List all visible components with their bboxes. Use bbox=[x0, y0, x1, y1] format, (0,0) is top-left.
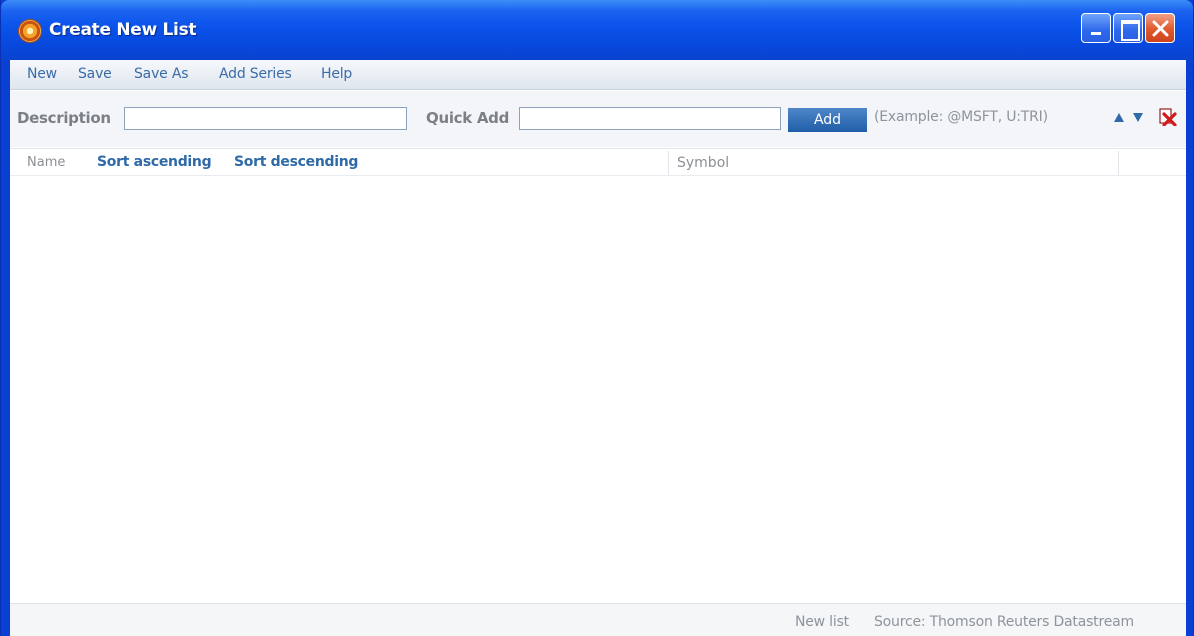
description-input[interactable] bbox=[124, 107, 407, 130]
grid-header: Name Sort ascending Sort descending Symb… bbox=[10, 148, 1186, 176]
menu-save-as[interactable]: Save As bbox=[134, 66, 188, 82]
menu-help[interactable]: Help bbox=[321, 66, 352, 82]
client-area: New Save Save As Add Series Help Descrip… bbox=[10, 60, 1186, 636]
minimize-button[interactable] bbox=[1081, 13, 1111, 43]
sort-descending-link[interactable]: Sort descending bbox=[234, 154, 358, 170]
close-button[interactable] bbox=[1145, 13, 1175, 43]
quick-add-example: (Example: @MSFT, U:TRI) bbox=[874, 109, 1048, 125]
title-bar[interactable]: Create New List bbox=[1, 0, 1193, 60]
menu-bar: New Save Save As Add Series Help bbox=[10, 60, 1186, 90]
symbol-column-header[interactable]: Symbol bbox=[677, 155, 729, 171]
quick-add-label: Quick Add bbox=[426, 109, 510, 127]
name-column-header[interactable]: Name bbox=[27, 155, 65, 170]
description-label: Description bbox=[17, 109, 111, 127]
arrow-down-icon[interactable] bbox=[1133, 113, 1143, 122]
quick-add-input[interactable] bbox=[519, 107, 781, 130]
window-title: Create New List bbox=[49, 20, 197, 40]
maximize-button[interactable] bbox=[1113, 13, 1143, 43]
data-source-text: Source: Thomson Reuters Datastream bbox=[874, 614, 1134, 630]
arrow-up-icon[interactable] bbox=[1114, 113, 1124, 122]
close-icon bbox=[1152, 20, 1169, 37]
app-logo-icon bbox=[19, 20, 41, 42]
menu-save[interactable]: Save bbox=[78, 66, 112, 82]
sort-ascending-link[interactable]: Sort ascending bbox=[97, 154, 212, 170]
toolbar: Description Quick Add Add (Example: @MSF… bbox=[10, 91, 1186, 147]
column-divider[interactable] bbox=[1118, 151, 1119, 175]
column-divider[interactable] bbox=[668, 151, 669, 175]
status-bar: New list Source: Thomson Reuters Datastr… bbox=[10, 603, 1186, 636]
menu-new[interactable]: New bbox=[27, 66, 57, 82]
create-new-list-window: Create New List New Save Save As Add Ser… bbox=[0, 0, 1194, 636]
menu-add-series[interactable]: Add Series bbox=[219, 66, 292, 82]
add-button[interactable]: Add bbox=[788, 108, 867, 132]
delete-icon[interactable] bbox=[1159, 108, 1177, 126]
list-state-text: New list bbox=[795, 614, 849, 630]
series-list[interactable] bbox=[10, 177, 1186, 603]
